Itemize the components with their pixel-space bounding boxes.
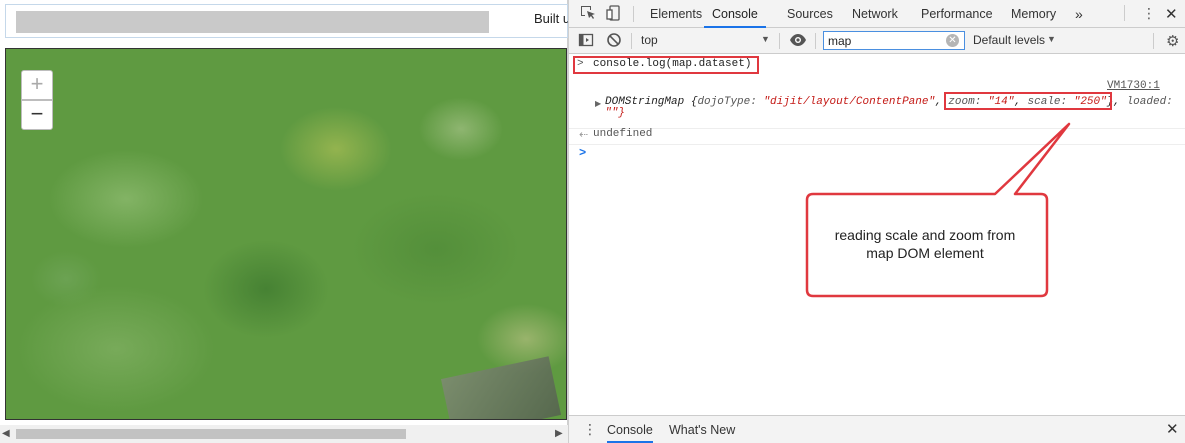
devtools-tab-bar: Elements Console Sources Network Perform…	[569, 0, 1185, 28]
more-tabs-icon[interactable]: »	[1075, 0, 1083, 28]
toolbar-divider	[633, 6, 634, 22]
zoom-in-button[interactable]: +	[21, 70, 53, 100]
console-return-entry: ⇠ undefined	[569, 126, 1185, 145]
tab-memory[interactable]: Memory	[1011, 0, 1056, 28]
zoom-out-button[interactable]: −	[21, 100, 53, 130]
toggle-sidebar-icon[interactable]	[577, 32, 595, 50]
customize-menu-icon[interactable]: ⋮	[1142, 5, 1156, 22]
console-drawer: ⋮ Console What's New ✕	[569, 415, 1185, 443]
tab-sources[interactable]: Sources	[787, 0, 833, 28]
log-token: loaded:	[1126, 96, 1173, 108]
return-arrow-icon: ⇠	[579, 129, 589, 141]
loaded-value: ""}	[605, 107, 625, 119]
header-title: Built u	[534, 11, 570, 26]
context-selector[interactable]: top	[641, 33, 658, 47]
scroll-right-arrow-icon[interactable]: ▶	[555, 428, 563, 439]
toolbar-divider	[1124, 5, 1125, 21]
webpage-viewport: Built u + − ◀ ▶	[0, 0, 570, 443]
console-output: > console.log(map.dataset) ▶ DOMStringMa…	[569, 54, 1185, 414]
toolbar-divider	[779, 33, 780, 49]
tab-console[interactable]: Console	[704, 0, 766, 28]
scroll-left-arrow-icon[interactable]: ◀	[2, 428, 10, 439]
scrollbar-thumb[interactable]	[16, 429, 406, 439]
drawer-tab-console[interactable]: Console	[607, 423, 653, 443]
log-token: "dijit/layout/ContentPane"	[763, 96, 936, 108]
return-value: undefined	[593, 128, 653, 140]
annotation-callout: reading scale and zoom from map DOM elem…	[805, 122, 1071, 298]
toolbar-divider	[815, 33, 816, 49]
close-drawer-icon[interactable]: ✕	[1166, 420, 1179, 438]
tab-performance[interactable]: Performance	[921, 0, 993, 28]
map-terrain-feature	[440, 356, 562, 419]
live-expression-eye-icon[interactable]	[789, 32, 807, 50]
clear-filter-icon[interactable]: ✕	[946, 34, 959, 47]
drawer-tab-whats-new[interactable]: What's New	[669, 423, 735, 437]
tab-elements[interactable]: Elements	[650, 0, 702, 28]
clear-console-icon[interactable]	[605, 32, 623, 50]
device-toolbar-icon[interactable]	[605, 5, 623, 23]
console-prompt-icon[interactable]: >	[579, 146, 586, 160]
zoom-scale-highlight-box	[944, 92, 1112, 110]
annotation-text: reading scale and zoom from map DOM elem…	[834, 227, 1016, 261]
header-placeholder-bar	[16, 11, 489, 33]
chevron-down-icon[interactable]: ▼	[1047, 34, 1056, 44]
filter-input[interactable]	[828, 33, 938, 48]
page-header: Built u	[5, 4, 570, 38]
expand-triangle-icon[interactable]: ▶	[595, 99, 601, 108]
map-view[interactable]	[5, 48, 567, 420]
log-object-continuation: ""}	[605, 107, 625, 119]
gear-icon[interactable]: ⚙	[1166, 32, 1179, 50]
inspect-element-icon[interactable]	[579, 5, 597, 23]
close-devtools-icon[interactable]: ✕	[1165, 5, 1178, 23]
input-chevron-icon: >	[577, 58, 584, 70]
log-levels-dropdown[interactable]: Default levels	[973, 33, 1045, 47]
tab-network[interactable]: Network	[852, 0, 898, 28]
log-source-link[interactable]: VM1730:1	[1107, 80, 1160, 92]
console-toolbar: top ▼ ✕ Default levels ▼ ⚙	[569, 28, 1185, 54]
console-command: console.log(map.dataset)	[593, 58, 752, 70]
devtools-panel: Elements Console Sources Network Perform…	[568, 0, 1185, 443]
horizontal-scrollbar[interactable]: ◀ ▶	[0, 425, 568, 443]
chevron-down-icon[interactable]: ▼	[761, 34, 770, 44]
drawer-menu-icon[interactable]: ⋮	[583, 421, 597, 438]
toolbar-divider	[1153, 33, 1154, 49]
console-filter-box: ✕	[823, 31, 965, 50]
toolbar-divider	[631, 33, 632, 49]
log-token: dojoType:	[697, 96, 764, 108]
